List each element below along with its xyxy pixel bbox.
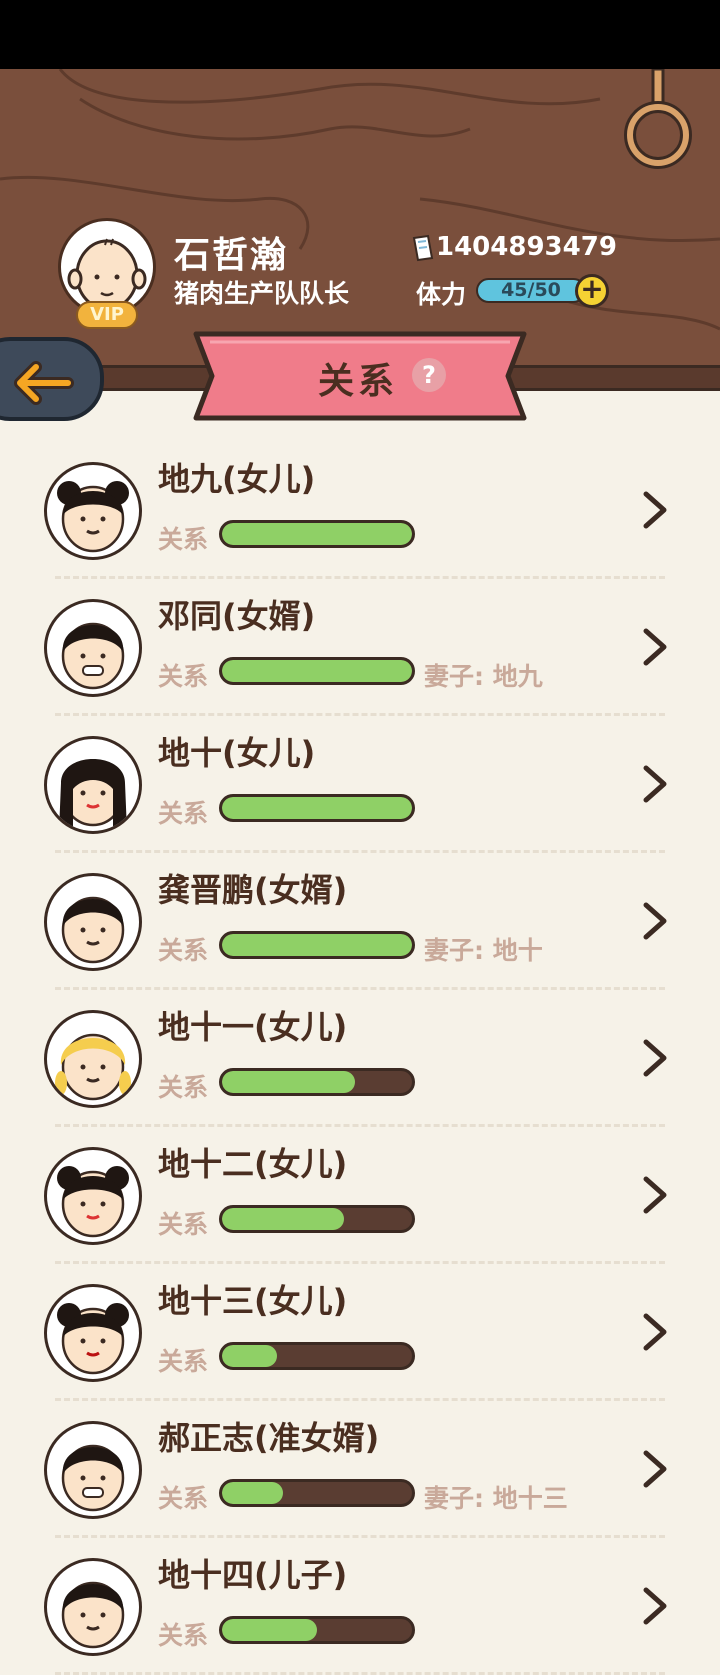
relation-row[interactable]: 地十三(女儿) 关系 xyxy=(0,1262,720,1401)
hanging-ring-icon xyxy=(624,69,692,169)
relation-bar xyxy=(219,657,415,685)
member-avatar xyxy=(44,1147,142,1245)
stamina-label: 体力 xyxy=(416,280,467,309)
member-avatar xyxy=(44,736,142,834)
member-avatar xyxy=(44,599,142,697)
member-avatar xyxy=(44,1421,142,1519)
relation-bar-fill xyxy=(222,660,412,682)
chevron-right-icon[interactable] xyxy=(640,1586,670,1626)
member-avatar xyxy=(44,1010,142,1108)
relation-bar xyxy=(219,931,415,959)
relation-row[interactable]: 郝正志(准女婿) 关系 妻子: 地十三 xyxy=(0,1399,720,1538)
chevron-right-icon[interactable] xyxy=(640,1312,670,1352)
page-title: 关系 xyxy=(318,361,399,402)
chevron-right-icon[interactable] xyxy=(640,1175,670,1215)
relation-row[interactable]: 邓同(女婿) 关系 妻子: 地九 xyxy=(0,577,720,716)
member-name: 地十一(女儿) xyxy=(158,1008,348,1046)
relation-bar xyxy=(219,520,415,548)
status-bar xyxy=(0,0,720,69)
relation-label: 关系 xyxy=(158,1347,209,1376)
relation-row[interactable]: 地九(女儿) 关系 xyxy=(0,440,720,579)
relation-bar-fill xyxy=(222,1208,344,1230)
relation-bar xyxy=(219,1068,415,1096)
relation-row[interactable]: 龚晋鹏(女婿) 关系 妻子: 地十 xyxy=(0,851,720,990)
relation-label: 关系 xyxy=(158,1484,209,1513)
relation-row[interactable]: 地十四(儿子) 关系 xyxy=(0,1536,720,1675)
add-stamina-button[interactable]: + xyxy=(575,274,609,308)
relation-bar xyxy=(219,1616,415,1644)
chevron-right-icon[interactable] xyxy=(640,1449,670,1489)
spouse-label: 妻子: 地十 xyxy=(424,936,543,965)
money-ticket-icon xyxy=(412,234,434,262)
relation-label: 关系 xyxy=(158,1621,209,1650)
member-name: 地十三(女儿) xyxy=(158,1282,348,1320)
member-name: 郝正志(准女婿) xyxy=(158,1419,380,1457)
relation-row[interactable]: 地十二(女儿) 关系 xyxy=(0,1125,720,1264)
relation-bar-fill xyxy=(222,1482,283,1504)
member-name: 地十(女儿) xyxy=(158,734,316,772)
back-arrow-icon xyxy=(14,361,74,405)
member-avatar xyxy=(44,1284,142,1382)
spouse-label: 妻子: 地十三 xyxy=(424,1484,568,1513)
relation-label: 关系 xyxy=(158,936,209,965)
vip-badge: VIP xyxy=(76,301,138,329)
relation-label: 关系 xyxy=(158,1210,209,1239)
chevron-right-icon[interactable] xyxy=(640,901,670,941)
relation-bar xyxy=(219,1342,415,1370)
relation-bar xyxy=(219,794,415,822)
member-avatar xyxy=(44,462,142,560)
member-name: 地十四(儿子) xyxy=(158,1556,348,1594)
member-avatar xyxy=(44,1558,142,1656)
member-name: 地十二(女儿) xyxy=(158,1145,348,1183)
chevron-right-icon[interactable] xyxy=(640,764,670,804)
back-button[interactable] xyxy=(0,337,104,421)
relation-bar-fill xyxy=(222,1071,355,1093)
relation-label: 关系 xyxy=(158,799,209,828)
money-value: 1404893479 xyxy=(436,232,617,262)
player-title: 猪肉生产队队长 xyxy=(174,279,350,308)
relation-label: 关系 xyxy=(158,1073,209,1102)
member-avatar xyxy=(44,873,142,971)
relation-bar-fill xyxy=(222,523,412,545)
relation-bar-fill xyxy=(222,1619,317,1641)
relation-row[interactable]: 地十一(女儿) 关系 xyxy=(0,988,720,1127)
relation-bar-fill xyxy=(222,797,412,819)
player-name: 石哲瀚 xyxy=(174,235,289,276)
relation-bar-fill xyxy=(222,934,412,956)
relation-bar xyxy=(219,1205,415,1233)
relation-bar xyxy=(219,1479,415,1507)
help-icon[interactable]: ? xyxy=(412,358,446,392)
chevron-right-icon[interactable] xyxy=(640,1038,670,1078)
relation-label: 关系 xyxy=(158,525,209,554)
member-name: 龚晋鹏(女婿) xyxy=(158,871,348,909)
chevron-right-icon[interactable] xyxy=(640,490,670,530)
spouse-label: 妻子: 地九 xyxy=(424,662,543,691)
relation-bar-fill xyxy=(222,1345,278,1367)
relation-row[interactable]: 地十(女儿) 关系 xyxy=(0,714,720,853)
chevron-right-icon[interactable] xyxy=(640,627,670,667)
member-name: 邓同(女婿) xyxy=(158,597,316,635)
relation-label: 关系 xyxy=(158,662,209,691)
member-name: 地九(女儿) xyxy=(158,460,316,498)
stamina-bar: 45/50 xyxy=(476,278,586,303)
